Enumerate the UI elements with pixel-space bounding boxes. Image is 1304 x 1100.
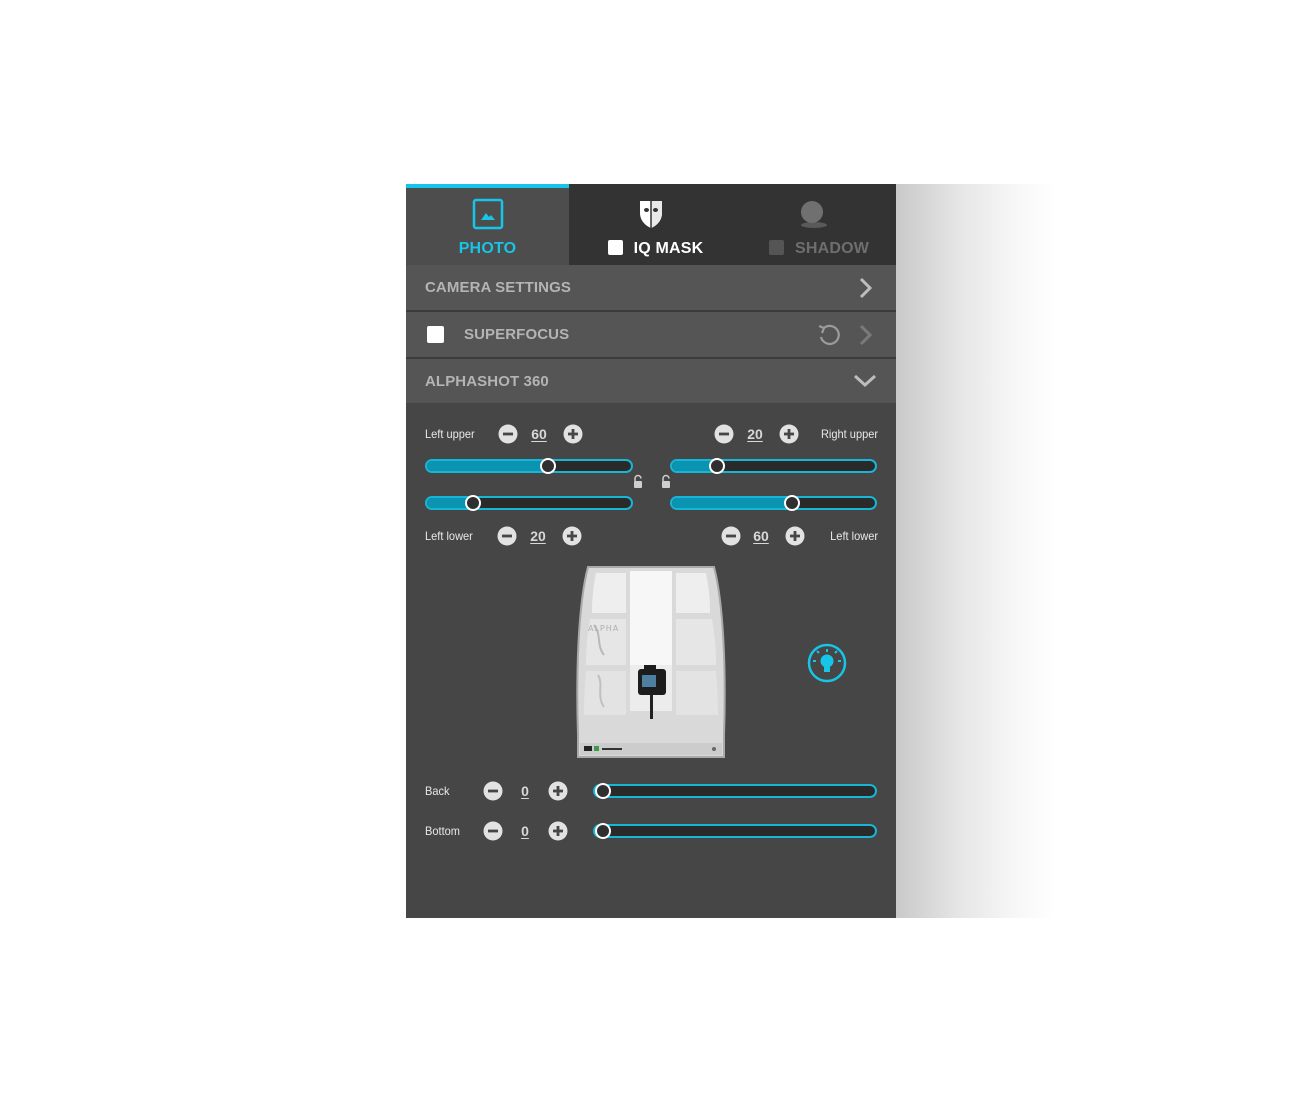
plus-button[interactable] [779, 424, 799, 444]
slider-thumb[interactable] [464, 495, 481, 511]
back-slider[interactable] [593, 783, 877, 799]
alphashot-row[interactable]: ALPHASHOT 360 [406, 359, 896, 403]
minus-button[interactable] [483, 781, 503, 801]
chevron-down-icon[interactable] [852, 371, 878, 391]
tab-photo[interactable]: PHOTO [406, 184, 569, 265]
chevron-right-icon[interactable] [855, 323, 875, 347]
shadow-icon [801, 201, 827, 228]
alphashot-title: ALPHASHOT 360 [425, 373, 549, 390]
tab-iq-mask-label: IQ MASK [633, 240, 704, 257]
panel-drop-shadow [896, 184, 1056, 918]
slider-thumb[interactable] [595, 823, 611, 839]
minus-button[interactable] [497, 526, 517, 546]
tab-bar: PHOTO IQ MASK SHADOW [406, 184, 896, 265]
iq-mask-checkbox[interactable] [607, 240, 623, 255]
shadow-checkbox[interactable] [768, 240, 784, 255]
left-upper-value[interactable]: 60 [525, 426, 553, 442]
back-label: Back [425, 784, 450, 798]
reset-icon[interactable] [816, 322, 842, 348]
left-upper-label: Left upper [425, 427, 475, 441]
slider-thumb[interactable] [709, 458, 726, 474]
minus-button[interactable] [498, 424, 518, 444]
tab-shadow-label: SHADOW [794, 240, 870, 257]
tab-shadow[interactable]: SHADOW [732, 184, 896, 265]
plus-button[interactable] [548, 821, 568, 841]
superfocus-title: SUPERFOCUS [464, 326, 570, 343]
bottom-label: Bottom [425, 824, 460, 838]
left-lower-value[interactable]: 20 [524, 528, 552, 544]
right-lower-label: Left lower [830, 529, 878, 543]
svg-text:ALPHA: ALPHA [588, 624, 619, 633]
slider-fill [672, 498, 793, 508]
slider-thumb[interactable] [539, 458, 556, 474]
minus-button[interactable] [483, 821, 503, 841]
slider-thumb[interactable] [784, 495, 801, 511]
plus-button[interactable] [785, 526, 805, 546]
tab-iq-mask[interactable]: IQ MASK [569, 184, 732, 265]
minus-button[interactable] [714, 424, 734, 444]
right-upper-label: Right upper [820, 427, 878, 441]
plus-button[interactable] [563, 424, 583, 444]
tab-photo-label: PHOTO [458, 240, 517, 257]
minus-button[interactable] [721, 526, 741, 546]
right-upper-slider[interactable] [670, 458, 877, 474]
slider-fill [427, 461, 548, 471]
left-upper-slider[interactable] [425, 458, 633, 474]
slider-thumb[interactable] [595, 783, 611, 799]
mask-icon [639, 201, 662, 228]
right-upper-value[interactable]: 20 [741, 426, 769, 442]
plus-button[interactable] [562, 526, 582, 546]
superfocus-row[interactable]: SUPERFOCUS [406, 312, 896, 357]
right-lower-slider[interactable] [670, 495, 877, 511]
left-lower-slider[interactable] [425, 495, 633, 511]
plus-button[interactable] [548, 781, 568, 801]
superfocus-checkbox[interactable] [427, 326, 444, 343]
camera-settings-row[interactable]: CAMERA SETTINGS [406, 265, 896, 310]
bottom-slider[interactable] [593, 823, 877, 839]
photo-booth-illustration: ALPHA [576, 566, 726, 758]
bottom-value[interactable]: 0 [511, 823, 539, 839]
camera-settings-title: CAMERA SETTINGS [425, 279, 571, 296]
lock-icon[interactable] [632, 474, 644, 490]
image-icon [472, 198, 503, 230]
chevron-right-icon[interactable] [855, 276, 875, 300]
lightbulb-icon[interactable] [807, 643, 847, 683]
control-panel: PHOTO IQ MASK SHADOW CAMERA SETTINGS SUP… [406, 184, 896, 918]
lock-icon[interactable] [660, 474, 672, 490]
right-lower-value[interactable]: 60 [747, 528, 775, 544]
back-value[interactable]: 0 [511, 783, 539, 799]
left-lower-label: Left lower [425, 529, 473, 543]
